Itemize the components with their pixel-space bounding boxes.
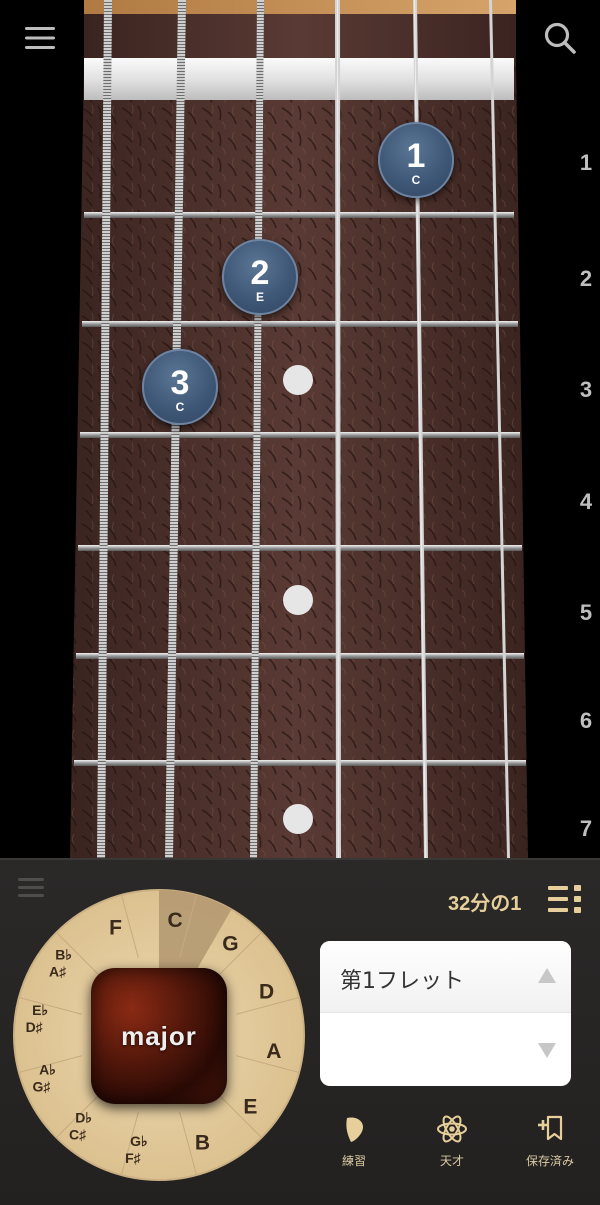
key-label-0[interactable]: C [168,909,183,932]
fret-position-picker[interactable]: 第1フレット [320,941,571,1086]
tempo-label[interactable]: 32分の1 [448,887,521,916]
fret-down-arrow-icon[interactable] [537,1041,557,1059]
chord-quality-button[interactable]: major [91,968,227,1104]
finger-marker[interactable]: 1 C [378,122,454,198]
fret-number: 7 [579,816,593,841]
fretboard-view[interactable]: 1 2 3 4 5 6 7 1 C 2 E 3 C [0,0,600,858]
key-label-5[interactable]: B [195,1132,210,1155]
key-label-4[interactable]: E [243,1095,257,1118]
fret-position-value: 第1フレット [340,969,464,994]
finger-note: C [175,400,185,414]
fret-number: 2 [579,266,593,291]
key-label-1[interactable]: G [222,933,238,956]
menu-button[interactable] [18,16,62,60]
finger-marker[interactable]: 2 E [222,239,298,315]
control-panel: 32分の1 C G D A E B G♭ F♯ D♭ C♯ A♭ G♯ E♭ D♯ B♭ A♯ F major … [0,858,600,1205]
guitar-neck [70,0,528,858]
fret-number: 1 [579,150,593,175]
nav-genius-button[interactable]: 天才 [412,1112,492,1180]
finger-note: E [255,290,264,304]
inlay-dot [283,585,313,615]
chord-quality-label: major [121,1020,197,1051]
bookmark-add-icon [538,1115,563,1141]
key-label-2[interactable]: D [259,981,274,1004]
atom-icon [437,1115,467,1143]
key-label-3[interactable]: A [266,1040,281,1063]
finger-marker[interactable]: 3 C [142,349,218,425]
fret-number: 6 [579,708,593,733]
nut [84,58,514,100]
finger-number: 1 [406,137,426,175]
list-settings-icon [548,885,581,913]
inlay-dot [283,365,313,395]
list-settings-button[interactable] [548,884,584,914]
nav-practice-label: 練習 [341,1154,366,1168]
finger-note: C [411,173,421,187]
nav-saved-button[interactable]: 保存済み [510,1112,590,1180]
nav-practice-button[interactable]: 練習 [314,1112,394,1180]
fret-number: 5 [579,600,593,625]
nav-genius-label: 天才 [439,1154,464,1168]
fret-up-arrow-icon[interactable] [537,967,557,985]
finger-number: 3 [170,364,190,402]
inlay-dot [283,804,313,834]
key-label-11[interactable]: F [109,916,122,939]
finger-number: 2 [250,254,270,292]
fret-number: 3 [579,377,593,402]
hamburger-menu-icon [25,27,55,49]
fret-number: 4 [579,489,593,514]
search-button[interactable] [538,16,582,60]
guitar-pick-icon [346,1117,363,1142]
nav-saved-label: 保存済み [525,1154,574,1168]
search-icon [544,22,576,54]
